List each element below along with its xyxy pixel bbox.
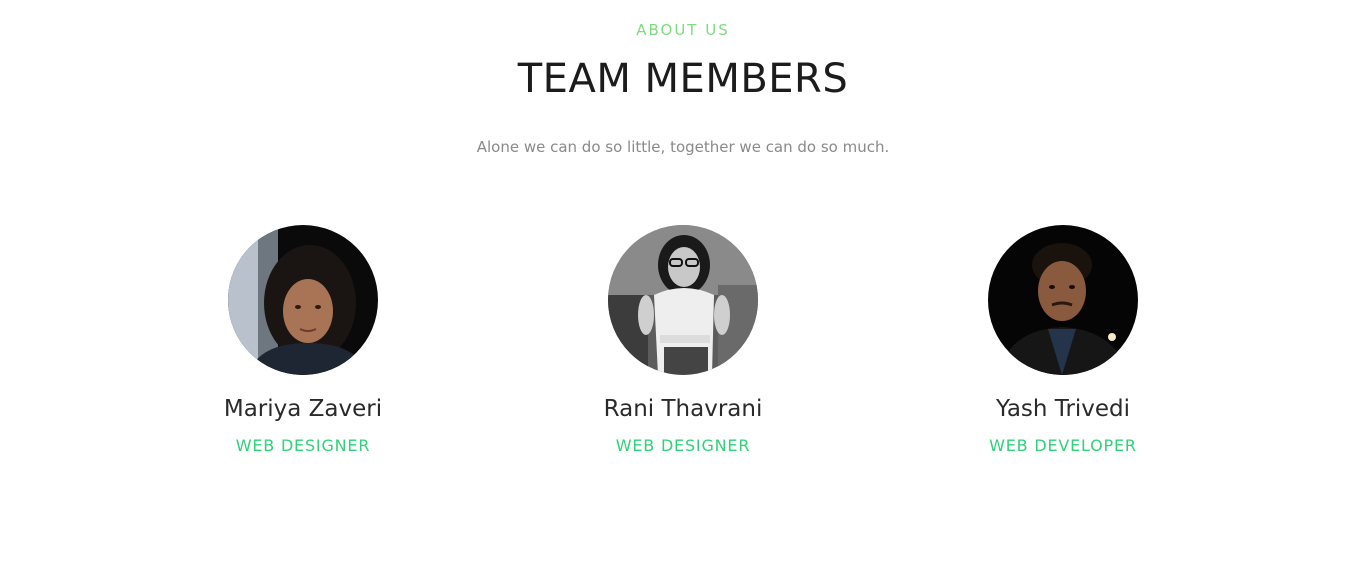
- avatar-photo-icon: [228, 225, 378, 375]
- team-section: ABOUT US TEAM MEMBERS Alone we can do so…: [0, 0, 1366, 586]
- team-member-card: Rani Thavrani WEB DESIGNER: [553, 225, 813, 457]
- member-role: WEB DESIGNER: [235, 436, 371, 455]
- member-name: Rani Thavrani: [603, 396, 763, 422]
- avatar-photo-icon: [608, 225, 758, 375]
- member-avatar: [608, 225, 758, 375]
- avatar-photo-icon: [988, 225, 1138, 375]
- member-avatar: [228, 225, 378, 375]
- member-role: WEB DESIGNER: [615, 436, 751, 455]
- member-avatar: [988, 225, 1138, 375]
- section-eyebrow: ABOUT US: [636, 21, 730, 39]
- team-member-card: Yash Trivedi WEB DEVELOPER: [933, 225, 1193, 457]
- member-name: Mariya Zaveri: [223, 396, 383, 422]
- section-subtitle: Alone we can do so little, together we c…: [476, 138, 890, 156]
- section-title: TEAM MEMBERS: [517, 56, 849, 102]
- team-member-card: Mariya Zaveri WEB DESIGNER: [173, 225, 433, 457]
- member-name: Yash Trivedi: [995, 396, 1131, 422]
- member-role: WEB DEVELOPER: [989, 436, 1137, 455]
